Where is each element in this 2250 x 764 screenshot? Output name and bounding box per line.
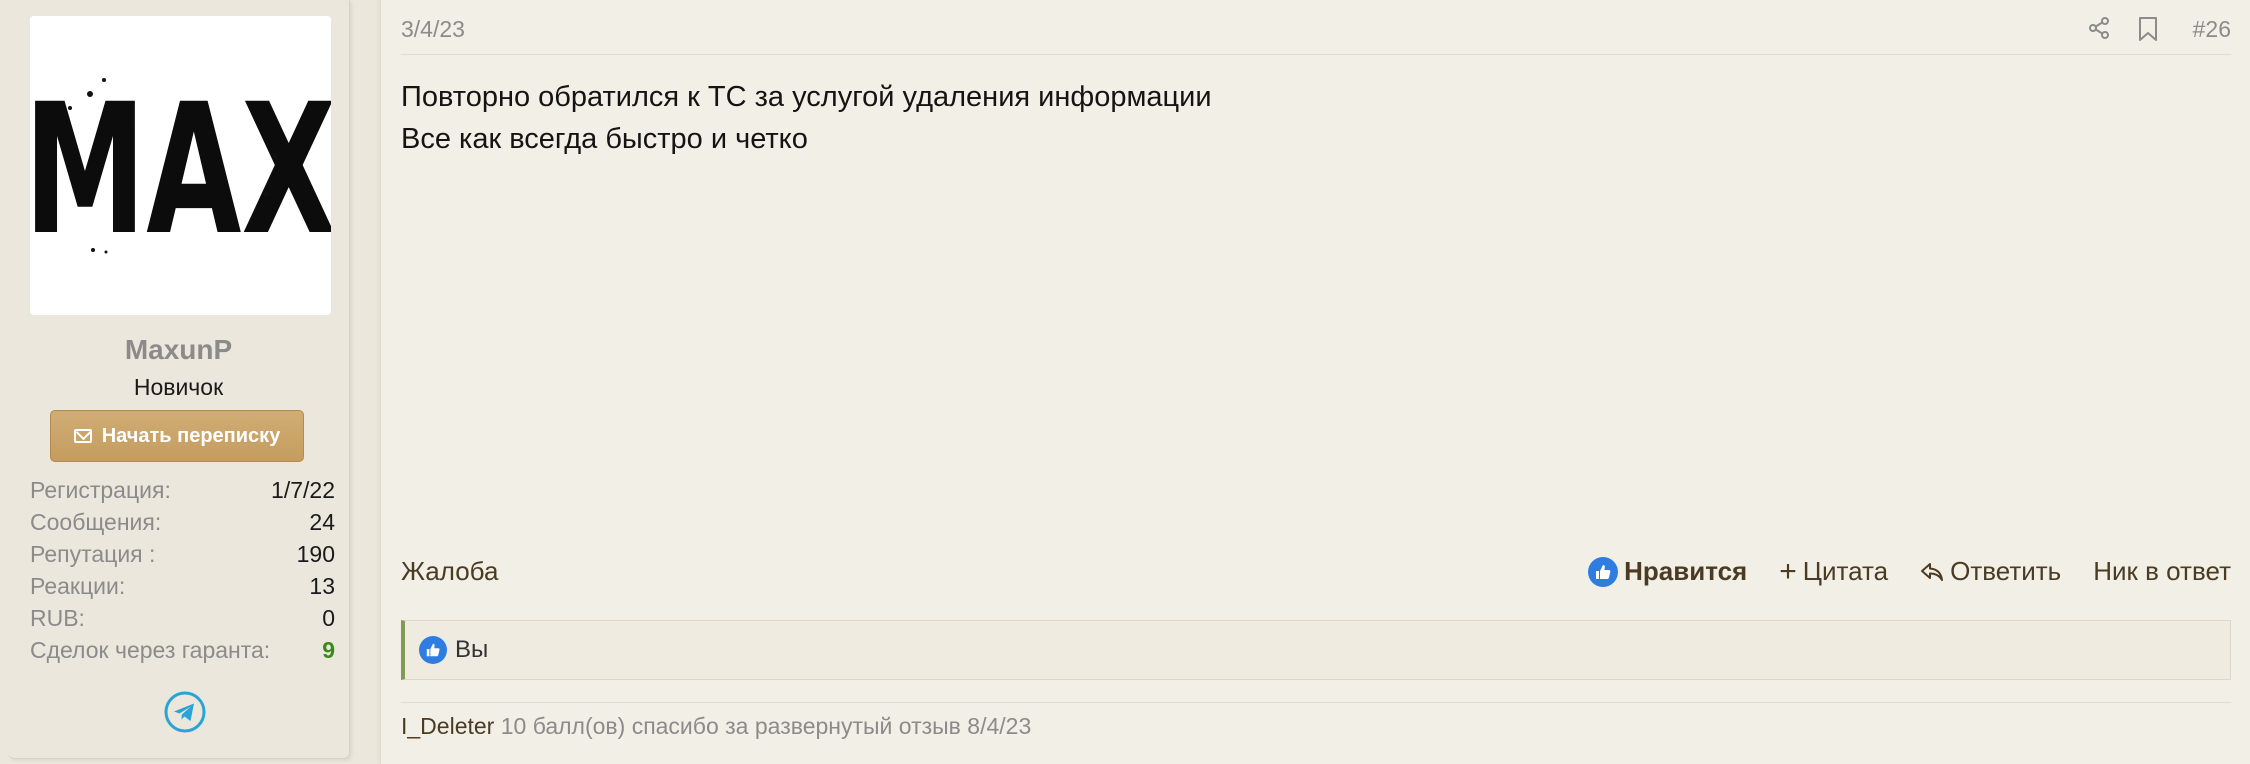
report-link[interactable]: Жалоба <box>401 556 498 587</box>
avatar-text: MAX <box>30 66 331 275</box>
avatar[interactable]: MAX <box>30 16 331 315</box>
post-text-line: Все как всегда быстро и четко <box>401 123 808 155</box>
user-panel: MAX MaxunP Новичок Начать переписку Реги… <box>8 0 350 759</box>
stat-value[interactable]: 9 <box>322 634 335 666</box>
stat-label: Реакции: <box>30 573 126 599</box>
post-content: Повторно обратился к ТС за услугой удале… <box>401 76 1212 160</box>
stat-value[interactable]: 24 <box>309 506 335 538</box>
stat-value: 1/7/22 <box>271 477 335 503</box>
thumbs-up-icon <box>1588 556 1619 587</box>
start-conversation-label: Начать переписку <box>101 424 281 447</box>
post-actions: Жалоба Нравится + Цитата Ответить Ник в … <box>401 552 2231 592</box>
thumbs-up-icon <box>419 636 447 664</box>
like-button[interactable]: Нравится <box>1588 556 1747 587</box>
reputation-line: I_Deleter 10 балл(ов) спасибо за разверн… <box>401 702 2231 740</box>
envelope-icon <box>73 429 92 443</box>
start-conversation-button[interactable]: Начать переписку <box>50 410 304 462</box>
stat-reactions: Реакции: 13 <box>30 570 335 602</box>
stat-label: Репутация : <box>30 541 156 567</box>
stat-label: RUB: <box>30 605 85 631</box>
stat-rub: RUB: 0 <box>30 602 335 634</box>
reactions-bar[interactable]: Вы <box>401 620 2231 680</box>
stat-label: Сделок через гаранта: <box>30 637 271 663</box>
like-label: Нравится <box>1624 556 1748 586</box>
stat-value: 0 <box>322 605 335 631</box>
stat-value: 190 <box>296 541 335 567</box>
username[interactable]: MaxunP <box>8 334 349 366</box>
bookmark-icon[interactable] <box>2137 16 2159 42</box>
stat-messages: Сообщения: 24 <box>30 506 335 538</box>
quote-label: Цитата <box>1802 556 1889 586</box>
post-header: 3/4/23 #26 <box>401 0 2231 55</box>
post: 3/4/23 #26 Повторно обратился к ТС за ус… <box>380 0 2250 764</box>
stat-guarantor-deals: Сделок через гаранта: 9 <box>30 634 335 666</box>
reply-button[interactable]: Ответить <box>1920 556 2061 587</box>
post-actions-right: Нравится + Цитата Ответить Ник в ответ <box>1588 556 2231 587</box>
reputation-author[interactable]: I_Deleter <box>401 713 494 739</box>
post-number[interactable]: #26 <box>2193 16 2231 43</box>
user-stats: Регистрация: 1/7/22 Сообщения: 24 Репута… <box>30 474 335 666</box>
reply-label: Ответить <box>1950 556 2062 586</box>
avatar-image: MAX <box>30 16 331 315</box>
reactions-text: Вы <box>455 636 489 663</box>
nick-reply-label: Ник в ответ <box>2093 556 2231 586</box>
stat-label: Сообщения: <box>30 509 162 535</box>
stat-value: 13 <box>309 573 335 599</box>
plus-icon: + <box>1779 554 1797 588</box>
user-title: Новичок <box>133 374 224 400</box>
quote-button[interactable]: + Цитата <box>1779 556 1888 587</box>
post-text-line: Повторно обратился к ТС за услугой удале… <box>401 81 1212 113</box>
stat-label: Регистрация: <box>30 477 171 503</box>
share-icon[interactable] <box>2087 16 2111 40</box>
stat-registration: Регистрация: 1/7/22 <box>30 474 335 506</box>
post-date[interactable]: 3/4/23 <box>401 16 465 43</box>
reputation-text: 10 балл(ов) спасибо за развернутый отзыв… <box>500 713 1032 739</box>
telegram-icon[interactable] <box>163 690 207 734</box>
nick-reply-button[interactable]: Ник в ответ <box>2093 556 2231 587</box>
stat-reputation: Репутация : 190 <box>30 538 335 570</box>
reply-icon <box>1921 562 1944 581</box>
